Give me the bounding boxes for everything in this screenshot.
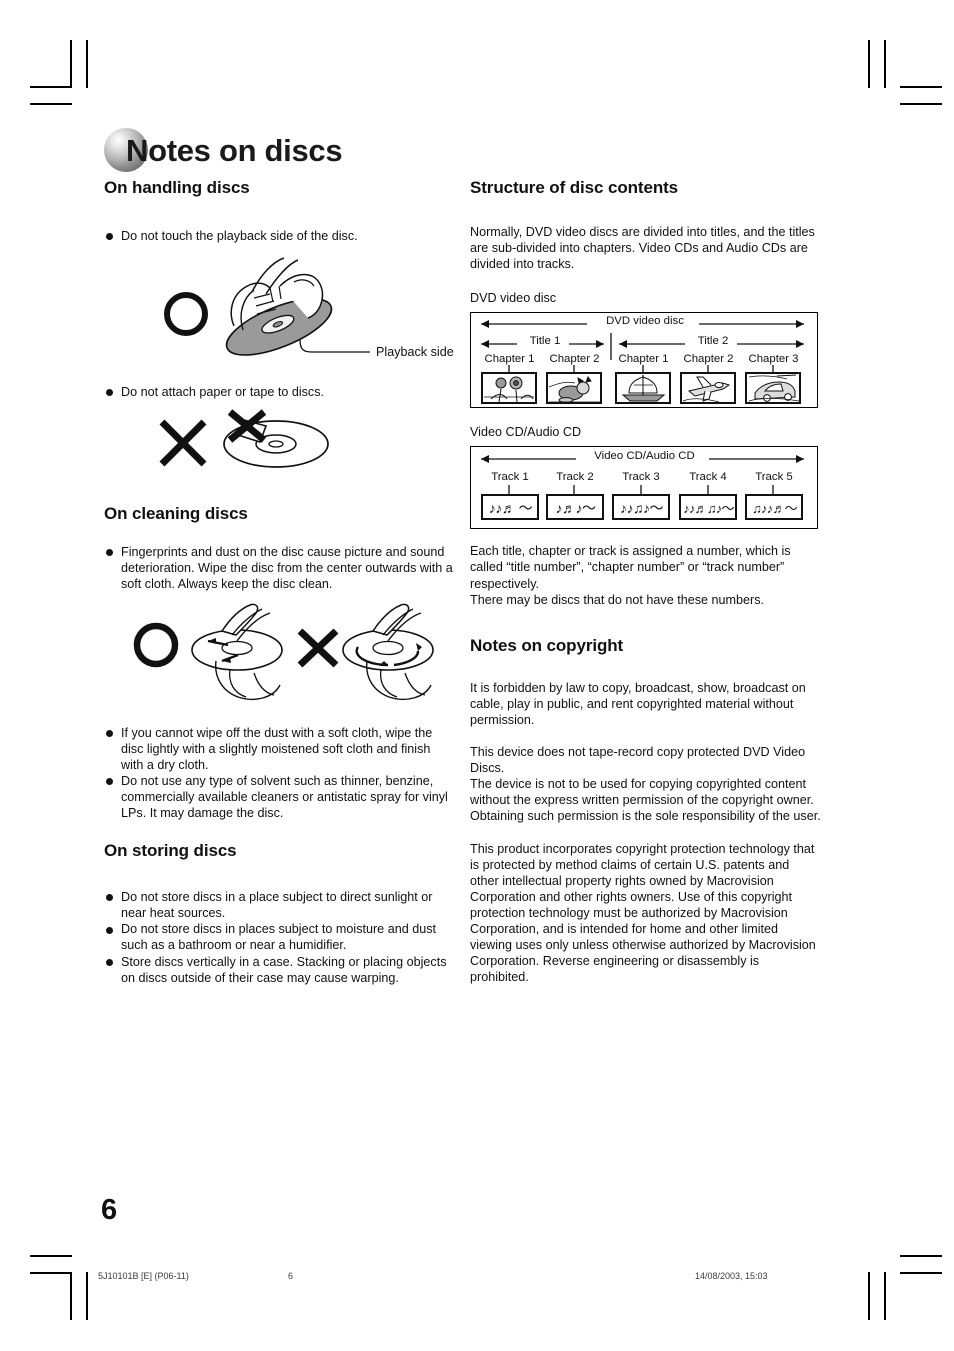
x-mark-icon (159, 419, 207, 467)
print-footer: 5J10101B [E] (P06-11) 6 14/08/2003, 15:0… (0, 1268, 954, 1284)
chapter-label: Chapter 2 (683, 353, 734, 366)
list-item: Do not store discs in a place subject to… (104, 889, 455, 921)
list-item: Do not attach paper or tape to discs. (104, 384, 455, 400)
track-label: Track 1 (491, 471, 529, 484)
title-2-label: Title 2 (697, 335, 729, 348)
copyright-paragraph: This product incorporates copyright prot… (470, 841, 816, 985)
correct-wipe-figure (191, 603, 283, 700)
music-note-icon: ♪♬♪～ (555, 499, 597, 516)
chapter-label: Chapter 1 (618, 353, 669, 366)
chapter-label: Chapter 1 (484, 353, 535, 366)
heading-structure-of-disc-contents: Structure of disc contents (470, 178, 679, 197)
track-label: Track 5 (755, 471, 793, 484)
structure-outro-text-2: There may be discs that do not have thes… (470, 592, 765, 607)
dvd-video-disc-caption: DVD video disc (470, 291, 557, 306)
footer-timestamp: 14/08/2003, 15:03 (695, 1271, 768, 1281)
heading-on-storing-discs: On storing discs (104, 841, 237, 861)
cd-span-label: Video CD/Audio CD (594, 450, 695, 463)
heading-notes-on-copyright: Notes on copyright (470, 635, 624, 655)
list-item: Do not touch the playback side of the di… (104, 228, 455, 244)
x-mark-icon (297, 628, 339, 668)
playback-side-label: Playback side (376, 345, 454, 360)
copyright-paragraph: It is forbidden by law to copy, broadcas… (470, 680, 806, 727)
page-number: 6 (101, 1194, 118, 1226)
left-column: On handling discs Do not touch the playb… (104, 178, 455, 986)
heading-on-handling-discs: On handling discs (104, 178, 250, 197)
cd-structure-diagram: Video CD/Audio CD Track 1 Track 2 Track … (470, 446, 818, 530)
right-column: Structure of disc contents Normally, DVD… (470, 178, 821, 985)
dvd-span-label: DVD video disc (606, 315, 684, 328)
ok-mark-icon (164, 292, 208, 337)
chapter-label: Chapter 2 (549, 353, 600, 366)
structure-intro-text: Normally, DVD video discs are divided in… (470, 225, 815, 272)
handling-disc-illustration (164, 257, 370, 356)
footer-file-code: 5J10101B [E] (P06-11) (98, 1271, 189, 1281)
document-page: Notes on discs On handling discs Do not … (0, 0, 954, 1351)
cleaning-illustration (133, 603, 434, 700)
title-1-label: Title 1 (529, 335, 561, 348)
figure-no-paper-tape (104, 408, 455, 486)
figure-handling-disc: Playback side (104, 252, 455, 382)
chapter-label: Chapter 3 (748, 353, 799, 366)
track-label: Track 4 (689, 471, 727, 484)
footer-page-number: 6 (288, 1271, 294, 1281)
handling-bullet-list-2: Do not attach paper or tape to discs. (104, 384, 455, 400)
dvd-structure-diagram: DVD video disc Title 1 Title 2 Chapter 1… (470, 312, 818, 409)
figure-cleaning-discs (104, 603, 455, 715)
track-label: Track 3 (622, 471, 660, 484)
list-item: Fingerprints and dust on the disc cause … (104, 544, 455, 592)
music-note-icon: ♫♪♪♬～ (752, 501, 798, 517)
heading-on-cleaning-discs: On cleaning discs (104, 504, 248, 524)
music-note-icon: ♪♪♬ ～ (488, 499, 533, 516)
copyright-paragraph: This device does not tape-record copy pr… (470, 745, 821, 824)
music-note-icon: ♪♪♫♪～ (620, 499, 664, 516)
incorrect-wipe-figure (342, 603, 434, 700)
structure-outro-text-1: Each title, chapter or track is assigned… (470, 544, 791, 591)
list-item: Do not use any type of solvent such as t… (104, 773, 455, 821)
page-title: Notes on discs (104, 128, 343, 172)
list-item: If you cannot wipe off the dust with a s… (104, 725, 455, 773)
music-note-icon: ♪♪♬♫♪～ (683, 501, 734, 517)
ok-mark-icon (133, 622, 179, 667)
handling-bullet-list-1: Do not touch the playback side of the di… (104, 228, 455, 244)
cleaning-bullet-list-top: Fingerprints and dust on the disc cause … (104, 544, 455, 592)
page-title-text: Notes on discs (126, 132, 343, 168)
video-cd-audio-cd-caption: Video CD/Audio CD (470, 425, 582, 440)
cleaning-bullet-list-bottom: If you cannot wipe off the dust with a s… (104, 725, 455, 822)
track-label: Track 2 (556, 471, 594, 484)
list-item: Store discs vertically in a case. Stacki… (104, 954, 455, 986)
list-item: Do not store discs in places subject to … (104, 921, 455, 953)
no-paper-tape-illustration (159, 409, 329, 469)
storing-bullet-list: Do not store discs in a place subject to… (104, 889, 455, 986)
